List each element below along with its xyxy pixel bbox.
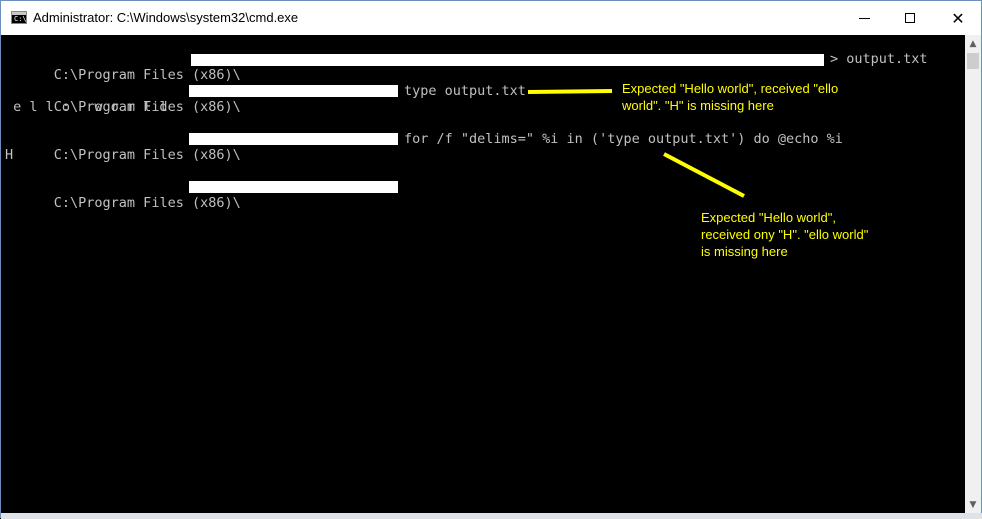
window-title: Administrator: C:\Windows\system32\cmd.e… [33, 10, 299, 25]
annotation-note-1: Expected "Hello world", received "ello w… [622, 81, 839, 113]
cmd-icon[interactable]: C:\ [11, 11, 27, 24]
cmd-window: C:\ Administrator: C:\Windows\system32\c… [0, 0, 982, 519]
maximize-icon [905, 13, 915, 23]
annotation-note-2: Expected "Hello world", received ony "H"… [701, 210, 869, 259]
annotation-line-2 [663, 152, 745, 198]
background-window-strip [1, 513, 982, 519]
cmd-icon-text: C:\ [14, 15, 27, 23]
title-bar[interactable]: C:\ Administrator: C:\Windows\system32\c… [1, 1, 981, 35]
maximize-button[interactable] [887, 1, 933, 35]
close-icon: ✕ [951, 8, 965, 28]
minimize-icon [858, 17, 870, 19]
scroll-down-icon[interactable]: ▼ [965, 496, 981, 513]
scroll-thumb[interactable] [967, 53, 979, 69]
close-button[interactable]: ✕ [935, 1, 981, 35]
annotation-line-1 [527, 89, 613, 94]
minimize-button[interactable] [841, 1, 887, 35]
vertical-scrollbar[interactable]: ▲ ▼ [965, 35, 981, 513]
scroll-up-icon[interactable]: ▲ [965, 35, 981, 52]
console-output[interactable]: C:\Program Files (x86)\ > output.txt C:\… [1, 35, 965, 513]
